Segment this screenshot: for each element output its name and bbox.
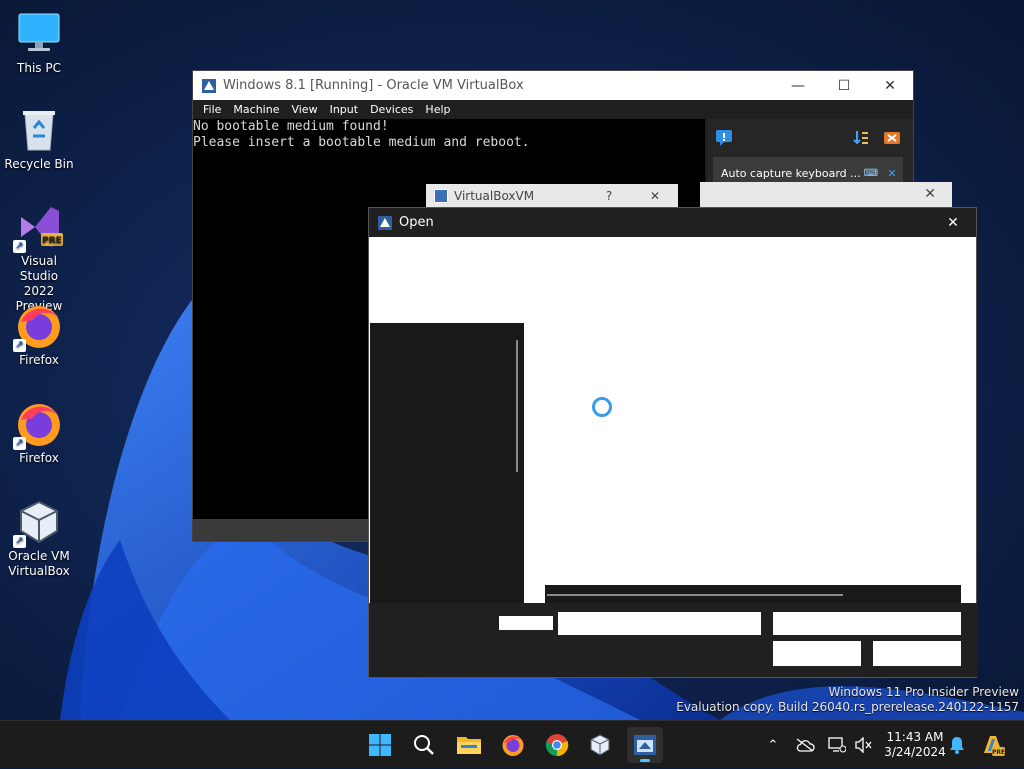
desktop-icon-visual-studio[interactable]: PRE ↗ Visual Studio 2022 Preview [3,203,75,314]
notification-text: Auto capture keyboard ... [721,166,861,180]
minimize-button[interactable]: — [775,71,821,100]
window-titlebar[interactable]: Windows 8.1 [Running] - Oracle VM Virtua… [193,71,913,100]
sort-icon[interactable] [853,129,869,147]
system-clock[interactable]: 11:43 AM 3/24/2024 [878,730,952,760]
close-button[interactable]: ✕ [632,189,678,203]
search-button[interactable] [406,727,442,763]
taskbar: ⌃ 11:43 AM 3/24/2024 PRE [0,720,1024,768]
windows-logo-icon [369,734,391,756]
open-file-dialog[interactable]: Open ✕ [368,207,978,678]
search-icon [414,735,434,755]
dismiss-icon[interactable]: ✕ [881,167,903,180]
notifications-button[interactable] [944,721,970,769]
menu-help[interactable]: Help [419,103,456,116]
copilot-icon: PRE [984,736,1005,756]
volume-tray-button[interactable] [850,721,876,769]
clock-date: 3/24/2024 [884,745,946,759]
cloud-offline-icon [796,738,815,752]
vm-console-line: No bootable medium found! [193,119,389,134]
shortcut-arrow-icon: ↗ [13,339,26,352]
vm-console-line: Please insert a bootable medium and rebo… [193,135,530,150]
virtualbox-icon [590,734,610,756]
help-button[interactable]: ? [586,189,632,203]
firefox-icon [502,735,524,756]
window-title: Windows 8.1 [Running] - Oracle VM Virtua… [223,78,524,93]
network-tray-button[interactable] [824,721,850,769]
virtualboxvm-dialog-titlebar[interactable]: VirtualBoxVM ? ✕ [426,184,678,208]
cancel-button[interactable] [873,641,961,666]
svg-text:PRE: PRE [992,749,1005,756]
message-icon[interactable] [715,129,733,147]
firefox-taskbar-button[interactable] [495,727,531,763]
desktop-icon-firefox-1[interactable]: ↗ Firefox [3,302,75,368]
navigation-pane[interactable] [370,323,524,608]
scrollbar[interactable] [516,340,518,472]
clear-all-icon[interactable] [883,129,901,147]
svg-text:PRE: PRE [42,236,62,246]
chrome-taskbar-button[interactable] [539,727,575,763]
desktop-icon-recycle-bin[interactable]: Recycle Bin [3,106,75,172]
clock-time: 11:43 AM [886,730,944,744]
firefox-icon: ↗ [13,302,63,352]
recycle-bin-icon [15,106,63,154]
menu-bar: File Machine View Input Devices Help [193,100,913,118]
dialog-title: Open [399,215,434,230]
horizontal-scrollbar[interactable] [545,585,961,603]
desktop-icon-virtualbox[interactable]: ↗ Oracle VM VirtualBox [3,498,75,579]
dialog-titlebar[interactable]: Open ✕ [369,208,976,237]
close-button[interactable]: ✕ [867,71,913,100]
file-name-input[interactable] [558,612,761,635]
copilot-button[interactable]: PRE [978,721,1008,769]
desktop-icon-firefox-2[interactable]: ↗ Firefox [3,400,75,466]
speaker-muted-icon [855,737,872,753]
menu-devices[interactable]: Devices [364,103,419,116]
virtualbox-icon: ↗ [13,498,63,548]
start-button[interactable] [362,727,398,763]
dialog-footer [369,603,978,677]
virtualbox-vm-taskbar-button[interactable] [627,727,663,763]
file-name-label [499,616,553,630]
close-button[interactable]: ✕ [930,208,976,237]
keyboard-icon: ⌨ [863,167,879,179]
background-dialog-titlebar[interactable]: ✕ [700,182,952,208]
virtualbox-icon [434,189,448,203]
dialog-title: VirtualBoxVM [454,189,535,203]
virtualbox-icon [378,215,392,230]
shortcut-arrow-icon: ↗ [13,240,26,253]
file-explorer-button[interactable] [451,727,487,763]
visual-studio-icon: PRE ↗ [13,203,63,253]
maximize-button[interactable]: ☐ [821,71,867,100]
desktop-icon-this-pc[interactable]: This PC [3,10,75,76]
shortcut-arrow-icon: ↗ [13,437,26,450]
vm-window-icon [634,735,656,755]
chevron-up-icon: ⌃ [767,737,779,753]
loading-spinner-icon [592,397,612,417]
close-icon[interactable]: ✕ [924,186,936,202]
menu-input[interactable]: Input [324,103,364,116]
virtualbox-icon [202,78,216,93]
bell-icon [950,737,964,754]
evaluation-watermark: Windows 11 Pro Insider Preview Evaluatio… [676,685,1019,714]
firefox-icon: ↗ [13,400,63,450]
chrome-icon [545,734,569,757]
show-hidden-icons-button[interactable]: ⌃ [760,721,786,769]
shortcut-arrow-icon: ↗ [13,535,26,548]
open-button[interactable] [773,641,861,666]
scrollbar-thumb[interactable] [547,594,843,596]
menu-file[interactable]: File [197,103,227,116]
menu-view[interactable]: View [285,103,323,116]
onedrive-tray-button[interactable] [792,721,818,769]
network-icon [828,737,846,753]
folder-icon [457,737,481,754]
file-type-select[interactable] [773,612,961,635]
menu-machine[interactable]: Machine [227,103,285,116]
computer-monitor-icon [15,10,63,58]
virtualbox-taskbar-button[interactable] [582,727,618,763]
